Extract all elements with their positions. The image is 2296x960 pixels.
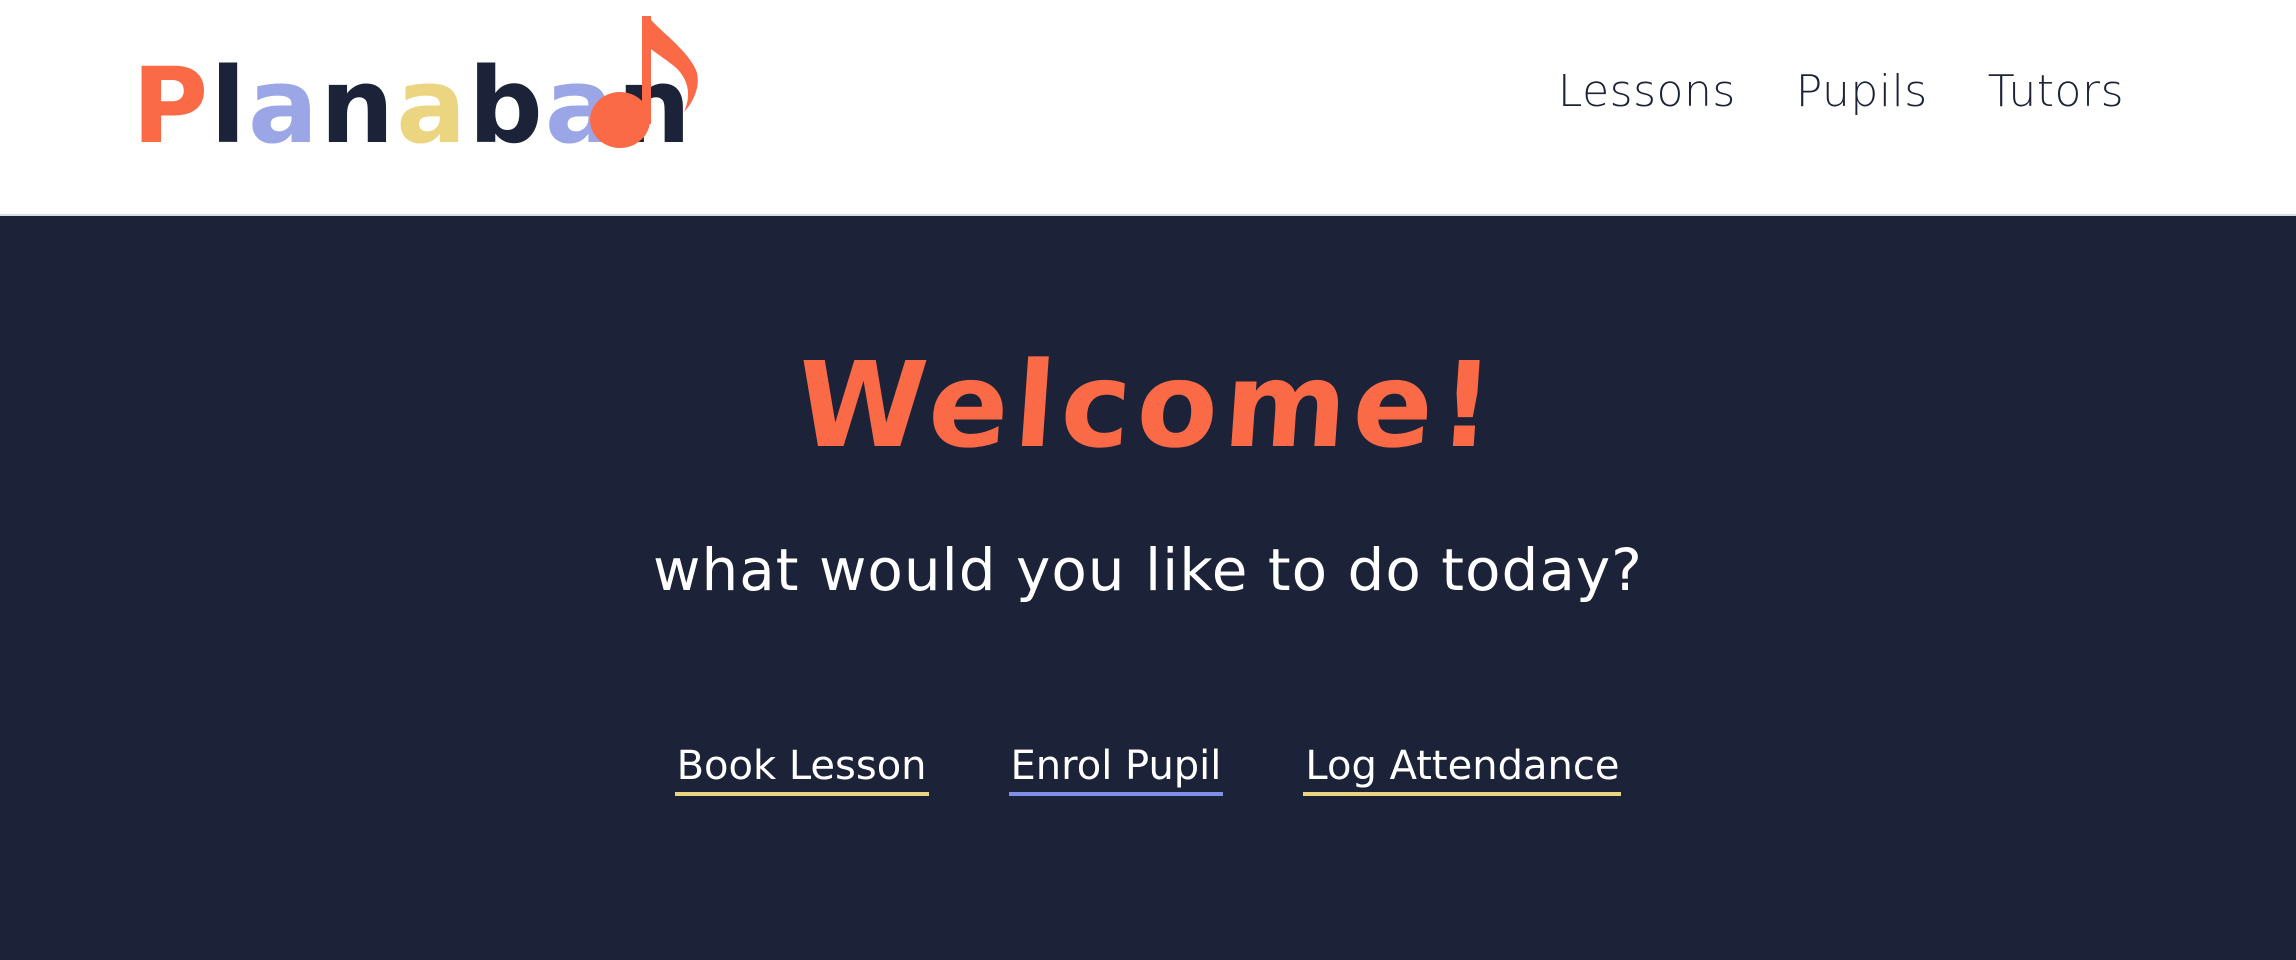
welcome-heading: Welcome! bbox=[792, 336, 1504, 474]
nav-tutors-link[interactable]: Tutors bbox=[1988, 66, 2124, 117]
logo-letter: a bbox=[396, 45, 469, 167]
logo-letter: P bbox=[132, 45, 211, 167]
enrol-pupil-link[interactable]: Enrol Pupil bbox=[1008, 744, 1224, 796]
book-lesson-link[interactable]: Book Lesson bbox=[674, 744, 929, 796]
hero-section: Welcome! what would you like to do today… bbox=[0, 216, 2296, 960]
logo-letter: b bbox=[468, 45, 545, 167]
planaband-logo[interactable]: Planaban bbox=[132, 8, 712, 158]
logo-letter: l bbox=[210, 45, 248, 167]
log-attendance-link[interactable]: Log Attendance bbox=[1303, 744, 1622, 796]
quick-actions: Book Lesson Enrol Pupil Log Attendance bbox=[0, 744, 2296, 796]
welcome-subtitle: what would you like to do today? bbox=[653, 536, 1643, 604]
nav-pupils-link[interactable]: Pupils bbox=[1796, 66, 1928, 117]
logo-letter: a bbox=[247, 45, 321, 167]
logo-letter: n bbox=[320, 45, 397, 167]
site-header: Planaban Lessons Pupils Tutors bbox=[0, 0, 2296, 216]
nav-lessons-link[interactable]: Lessons bbox=[1558, 66, 1736, 117]
music-note-icon bbox=[590, 16, 698, 148]
main-nav: Lessons Pupils Tutors bbox=[1558, 66, 2124, 117]
